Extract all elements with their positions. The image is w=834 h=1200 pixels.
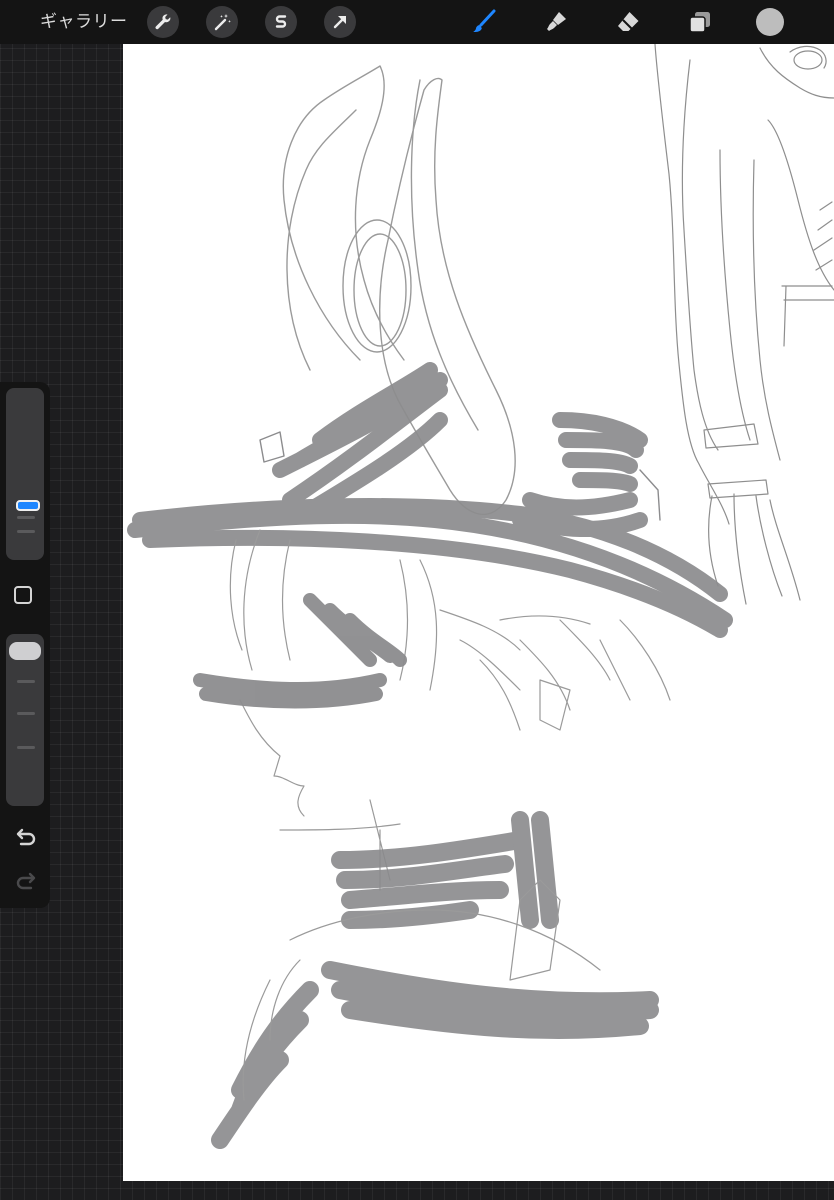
layers-button[interactable] (684, 6, 716, 38)
opacity-slider-tick (17, 680, 35, 683)
undo-icon (16, 828, 36, 846)
opacity-slider[interactable] (6, 634, 44, 806)
gallery-button[interactable]: ギャラリー (40, 10, 128, 34)
opacity-slider-tick (17, 746, 35, 749)
actions-button[interactable] (147, 6, 179, 38)
modify-button[interactable] (14, 586, 32, 604)
brush-tool-button[interactable] (468, 6, 500, 38)
undo-button[interactable] (13, 828, 39, 850)
size-slider-tick (17, 530, 35, 533)
redo-icon (16, 872, 36, 890)
layers-icon (689, 12, 710, 33)
selection-s-icon (275, 15, 287, 28)
transform-button[interactable] (324, 6, 356, 38)
sketch-artwork (127, 44, 834, 1149)
magic-wand-icon (214, 14, 231, 31)
drawing-canvas[interactable] (123, 44, 834, 1181)
transform-arrow-icon (333, 16, 346, 29)
left-sidebar (0, 382, 50, 908)
brush-size-slider[interactable] (6, 388, 44, 560)
color-picker-button[interactable] (756, 8, 784, 36)
opacity-slider-handle[interactable] (9, 642, 41, 660)
eraser-icon (618, 12, 639, 31)
redo-button[interactable] (13, 872, 39, 894)
smudge-icon (547, 12, 566, 31)
size-slider-handle[interactable] (16, 500, 40, 511)
eraser-tool-button[interactable] (612, 6, 644, 38)
smudge-tool-button[interactable] (540, 6, 572, 38)
selection-button[interactable] (265, 6, 297, 38)
brush-icon (473, 9, 496, 32)
size-slider-tick (17, 516, 35, 519)
wrench-icon (155, 14, 171, 30)
opacity-slider-tick (17, 712, 35, 715)
top-toolbar: ギャラリー (0, 0, 834, 44)
adjustments-button[interactable] (206, 6, 238, 38)
